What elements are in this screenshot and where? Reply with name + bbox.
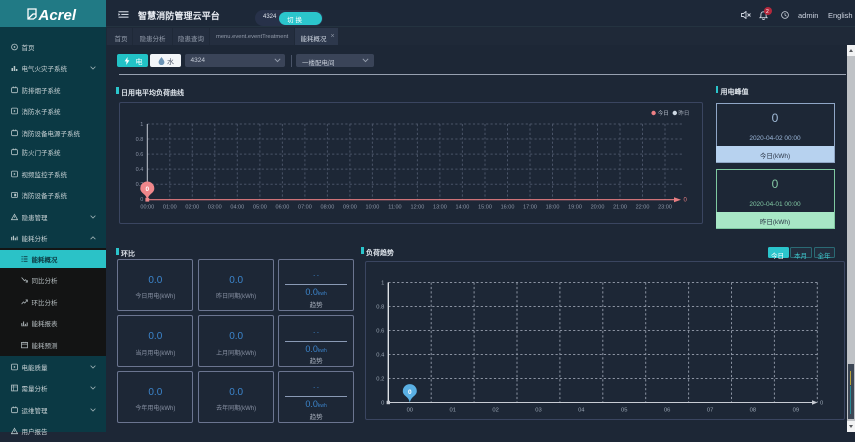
svg-text:12:00: 12:00 [411, 205, 425, 211]
svg-text:今日: 今日 [658, 109, 669, 117]
svg-text:昨日: 昨日 [678, 109, 689, 117]
svg-text:0.8: 0.8 [376, 304, 384, 310]
svg-text:21:00: 21:00 [613, 205, 627, 211]
svg-text:06:00: 06:00 [276, 205, 290, 211]
svg-text:0.2: 0.2 [376, 376, 384, 382]
svg-text:19:00: 19:00 [568, 205, 582, 211]
svg-text:0.8: 0.8 [136, 137, 144, 143]
svg-text:04:00: 04:00 [230, 205, 244, 211]
svg-text:0: 0 [145, 186, 149, 193]
svg-text:10:00: 10:00 [366, 205, 380, 211]
svg-text:02: 02 [492, 407, 498, 413]
svg-text:23:00: 23:00 [658, 205, 672, 211]
svg-text:0: 0 [381, 400, 384, 406]
svg-text:09: 09 [793, 407, 799, 413]
svg-text:06: 06 [664, 407, 670, 413]
svg-text:17:00: 17:00 [523, 205, 537, 211]
svg-text:09:00: 09:00 [343, 205, 357, 211]
svg-text:22:00: 22:00 [636, 205, 650, 211]
svg-text:05: 05 [621, 407, 627, 413]
svg-text:03: 03 [535, 407, 541, 413]
svg-text:08:00: 08:00 [321, 205, 335, 211]
svg-text:02:00: 02:00 [185, 205, 199, 211]
svg-text:16:00: 16:00 [501, 205, 515, 211]
svg-text:03:00: 03:00 [208, 205, 222, 211]
svg-text:15:00: 15:00 [478, 205, 492, 211]
svg-text:18:00: 18:00 [546, 205, 560, 211]
svg-text:05:00: 05:00 [253, 205, 267, 211]
svg-text:08: 08 [750, 407, 756, 413]
svg-text:04: 04 [578, 407, 585, 413]
svg-text:0: 0 [408, 388, 412, 395]
svg-text:20:00: 20:00 [591, 205, 605, 211]
svg-text:00:00: 00:00 [140, 205, 154, 211]
svg-text:0: 0 [684, 198, 688, 204]
svg-text:01:00: 01:00 [163, 205, 177, 211]
svg-text:07: 07 [707, 407, 713, 413]
svg-text:0: 0 [820, 400, 823, 406]
svg-text:1: 1 [381, 280, 384, 286]
svg-text:0.6: 0.6 [136, 152, 144, 158]
svg-text:11:00: 11:00 [388, 205, 401, 211]
svg-text:13:00: 13:00 [433, 205, 447, 211]
svg-text:0.4: 0.4 [376, 352, 385, 358]
svg-text:0: 0 [140, 197, 143, 203]
svg-text:0.6: 0.6 [376, 328, 384, 334]
svg-text:07:00: 07:00 [298, 205, 312, 211]
svg-text:1: 1 [140, 122, 143, 128]
svg-text:01: 01 [449, 407, 455, 413]
svg-text:0.4: 0.4 [136, 167, 144, 173]
svg-text:14:00: 14:00 [456, 205, 470, 211]
svg-text:00: 00 [407, 407, 413, 413]
